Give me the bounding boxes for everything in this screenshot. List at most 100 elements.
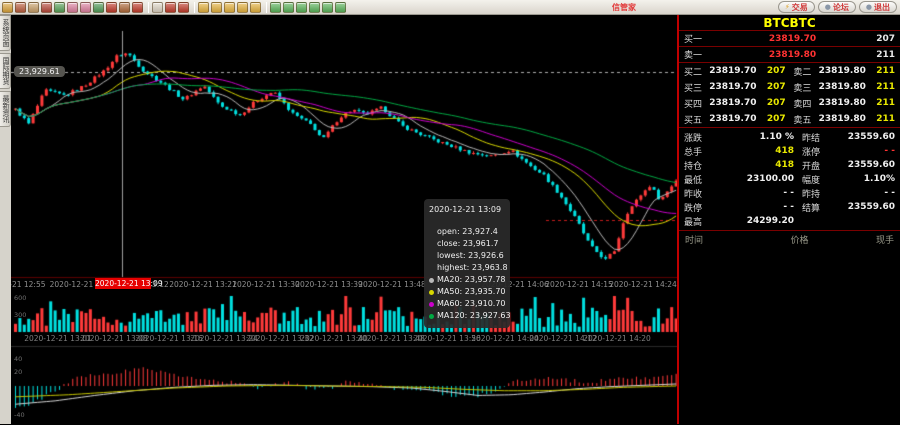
stat-label: 昨收 xyxy=(684,187,718,200)
app-brand: 信管家 xyxy=(612,2,636,13)
sidebar-tab-1[interactable]: 系统页面 xyxy=(0,15,11,51)
depth-row[interactable]: 买五23819.70207卖五23819.80211 xyxy=(679,111,900,127)
stat-label: 跌停 xyxy=(684,201,718,214)
tooltip-row: highest: 23,963.8 xyxy=(429,262,505,274)
period-gold-1-icon[interactable] xyxy=(198,2,209,13)
candle-tooltip: 2020-12-21 13:09 open: 23,927.4close: 23… xyxy=(424,199,510,328)
crosshair-time-badge: 2020-12-21 13:09 xyxy=(95,278,151,289)
depth-ask-price: 23819.80 xyxy=(819,66,866,76)
period-gold-3-icon[interactable] xyxy=(224,2,235,13)
back-icon[interactable] xyxy=(2,2,13,13)
toolbar-separator xyxy=(266,2,267,13)
depth-row[interactable]: 买二23819.70207卖二23819.80211 xyxy=(679,63,900,79)
period-green-2-icon[interactable] xyxy=(283,2,294,13)
period-green-3-icon[interactable] xyxy=(296,2,307,13)
sidebar-tab-2[interactable]: 国际期货 xyxy=(0,53,11,89)
stat-value: 418 xyxy=(718,160,794,170)
depth-bid-price: 23819.70 xyxy=(709,98,756,108)
depth-ask-qty: 211 xyxy=(866,66,895,76)
depth-bid-qty: 207 xyxy=(757,114,786,124)
ask1-label: 卖一 xyxy=(684,48,724,61)
toolbar-separator xyxy=(194,2,195,13)
stat-label: 幅度 xyxy=(802,173,836,186)
stat-value: 23559.60 xyxy=(836,132,895,142)
ma-dot-icon xyxy=(429,278,434,283)
x-axis-label: 2020-12-21 1 xyxy=(50,280,101,289)
chat-icon: ● xyxy=(825,3,831,11)
stats-row: 昨收- -昨持- - xyxy=(679,186,900,200)
tooltip-ohlc-rows: open: 23,927.4close: 23,961.7lowest: 23,… xyxy=(429,226,505,274)
depth-ask-label: 卖二 xyxy=(793,65,818,78)
paint-icon[interactable] xyxy=(119,2,130,13)
depth-bid-qty: 207 xyxy=(757,66,786,76)
stat-label: 总手 xyxy=(684,145,718,158)
stat-label: 昨结 xyxy=(802,131,836,144)
stat-value: 418 xyxy=(718,146,794,156)
pencil-icon[interactable] xyxy=(106,2,117,13)
zoom-in-icon[interactable] xyxy=(80,2,91,13)
period-green-1-icon[interactable] xyxy=(270,2,281,13)
stat-label: 最低 xyxy=(684,173,718,186)
volume-y-axis-label: 300 xyxy=(14,311,26,319)
toolbar xyxy=(2,1,348,14)
chest-icon[interactable] xyxy=(41,2,52,13)
depth-ask-qty: 211 xyxy=(866,98,895,108)
stat-value: 24299.20 xyxy=(718,216,794,226)
keyboard-icon[interactable] xyxy=(152,2,163,13)
depth-row[interactable]: 买四23819.70207卖四23819.80211 xyxy=(679,95,900,111)
stat-value: 23100.00 xyxy=(718,174,794,184)
chart-icon[interactable] xyxy=(93,2,104,13)
stats-table: 涨跌1.10 %昨结23559.60总手418涨停- -持仓418开盘23559… xyxy=(679,128,900,231)
depth-bid-price: 23819.70 xyxy=(709,66,756,76)
depth-ask-price: 23819.80 xyxy=(819,82,866,92)
refresh-icon[interactable] xyxy=(54,2,65,13)
lightning-icon: ⚡ xyxy=(785,3,790,11)
sidebar-tab-3[interactable]: 最新资讯 xyxy=(0,91,11,127)
tooltip-row: close: 23,961.7 xyxy=(429,238,505,250)
depth-bid-price: 23819.70 xyxy=(709,114,756,124)
period-gold-4-icon[interactable] xyxy=(237,2,248,13)
stat-label: 持仓 xyxy=(684,159,718,172)
depth-row[interactable]: 买三23819.70207卖三23819.80211 xyxy=(679,79,900,95)
window-button-1[interactable]: ⚡交易 xyxy=(778,1,815,13)
quote-panel: BTCBTC 买一 23819.70 207 卖一 23819.80 211 买… xyxy=(677,15,900,424)
depth-ask-qty: 211 xyxy=(866,114,895,124)
stat-label: 昨持 xyxy=(802,187,836,200)
bid1-price: 23819.70 xyxy=(724,34,861,44)
kline-icon[interactable] xyxy=(178,2,189,13)
window-button-3[interactable]: ●退出 xyxy=(859,1,897,13)
stat-value: - - xyxy=(718,188,794,198)
toolbar-separator xyxy=(148,2,149,13)
ma-dot-icon xyxy=(429,290,434,295)
stats-row: 总手418涨停- - xyxy=(679,144,900,158)
funnel-icon[interactable] xyxy=(132,2,143,13)
period-green-6-icon[interactable] xyxy=(335,2,346,13)
period-green-5-icon[interactable] xyxy=(322,2,333,13)
bid1-label: 买一 xyxy=(684,32,724,45)
stat-label: 涨跌 xyxy=(684,131,718,144)
stat-value: - - xyxy=(836,146,895,156)
tick-header-vol: 现手 xyxy=(854,233,894,246)
stats-row: 跌停- -结算23559.60 xyxy=(679,200,900,214)
period-gold-5-icon[interactable] xyxy=(250,2,261,13)
tooltip-ma-row: MA120: 23,927.63 xyxy=(429,310,505,322)
trend-line-icon[interactable] xyxy=(165,2,176,13)
tooltip-ma-rows: MA20: 23,957.78MA50: 23,935.70MA60: 23,9… xyxy=(429,274,505,322)
period-green-4-icon[interactable] xyxy=(309,2,320,13)
zoom-out-icon[interactable] xyxy=(67,2,78,13)
bid1-row[interactable]: 买一 23819.70 207 xyxy=(679,31,900,47)
depth-ask-qty: 211 xyxy=(866,82,895,92)
ask1-price: 23819.80 xyxy=(724,50,861,60)
tooltip-ma-row: MA60: 23,910.70 xyxy=(429,298,505,310)
depth-bid-label: 买三 xyxy=(684,81,709,94)
depth-ask-label: 卖四 xyxy=(793,97,818,110)
candlestick-chart-canvas[interactable] xyxy=(11,15,677,425)
stat-value: 1.10 % xyxy=(718,132,794,142)
home-icon[interactable] xyxy=(15,2,26,13)
window-button-2[interactable]: ●论坛 xyxy=(818,1,856,13)
ledger-icon[interactable] xyxy=(28,2,39,13)
indicator-y-axis-label: 20 xyxy=(14,368,22,376)
depth-ask-label: 卖三 xyxy=(793,81,818,94)
ask1-row[interactable]: 卖一 23819.80 211 xyxy=(679,47,900,63)
period-gold-2-icon[interactable] xyxy=(211,2,222,13)
